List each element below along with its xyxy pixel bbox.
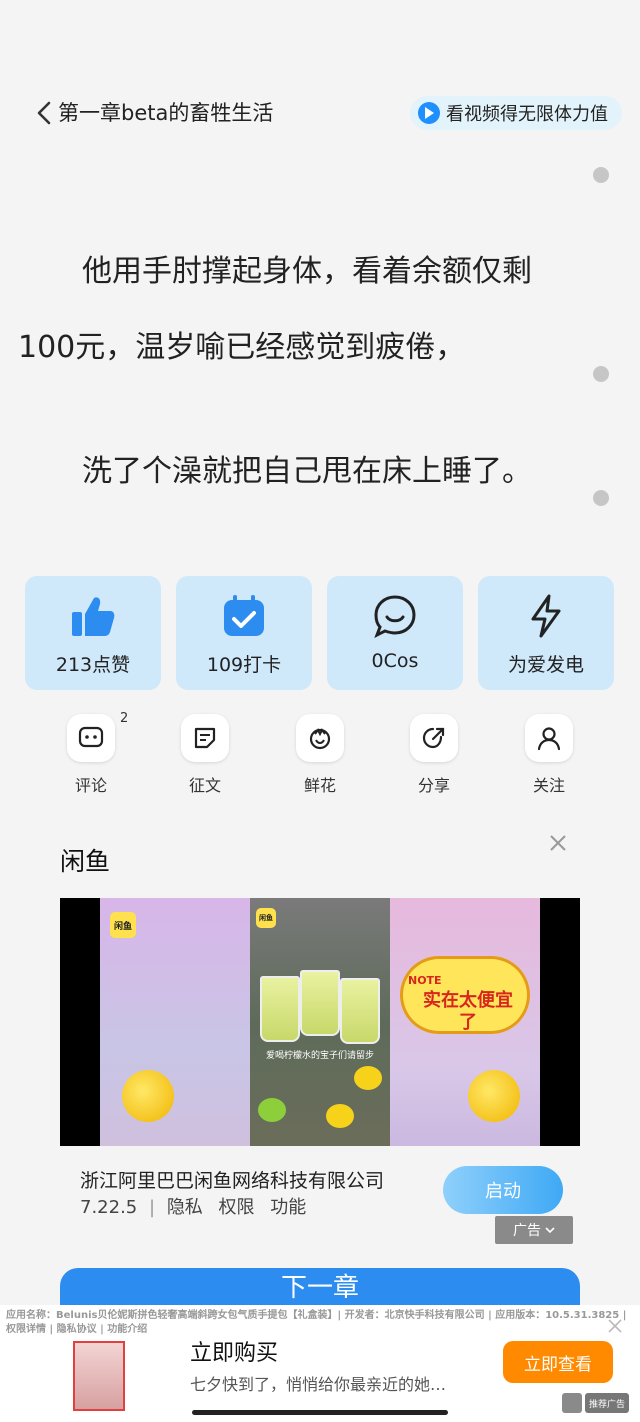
scroll-marker	[593, 490, 609, 506]
ad-meta-row: 7.22.5 | 隐私 权限 功能	[80, 1197, 307, 1218]
sticker-text: 实在太便宜了	[423, 990, 513, 1033]
ad-tag-label: 广告	[513, 1223, 541, 1239]
ad-close-button[interactable]	[547, 832, 569, 854]
chapter-title: 第一章beta的畜牲生活	[58, 101, 274, 125]
cos-button[interactable]: 0Cos	[327, 576, 463, 690]
ad-video-panel-middle: 闲鱼 爱喝柠檬水的宝子们请留步	[250, 898, 390, 1146]
follow-button[interactable]: 关注	[509, 714, 589, 796]
buy-subtitle: 七夕快到了，悄悄给你最亲近的她…	[190, 1375, 447, 1394]
lemon-image	[354, 1066, 382, 1090]
chat-smile-icon	[374, 595, 416, 638]
play-icon	[418, 102, 440, 124]
buy-title: 立即购买	[190, 1341, 279, 1366]
like-button[interactable]: 213点赞	[25, 576, 161, 690]
person-icon	[537, 727, 561, 751]
checkin-count: 109打卡	[206, 654, 282, 676]
scroll-marker	[593, 366, 609, 382]
calendar-check-icon	[224, 595, 264, 636]
document-icon	[194, 727, 216, 749]
xianyu-logo: 闲鱼	[110, 912, 136, 938]
bottom-ad-close[interactable]	[606, 1317, 624, 1335]
ad-tag[interactable]: 广告	[495, 1216, 573, 1244]
drink-cup	[300, 970, 340, 1036]
close-icon	[608, 1319, 622, 1333]
share-label: 分享	[417, 776, 450, 795]
note-sticker-text: NOTE	[408, 974, 442, 987]
thumbs-up-icon	[72, 597, 115, 636]
ad-version: 7.22.5	[80, 1197, 138, 1218]
launch-button[interactable]: 启动	[443, 1166, 563, 1214]
share-icon	[422, 727, 445, 749]
product-image	[73, 1341, 125, 1411]
comment-label: 评论	[74, 776, 107, 795]
home-indicator[interactable]	[192, 1410, 448, 1415]
comment-badge: 2	[120, 711, 129, 726]
watch-video-pill[interactable]: 看视频得无限体力值	[410, 96, 622, 130]
view-now-button[interactable]: 立即查看	[503, 1341, 613, 1383]
lime-image	[258, 1098, 286, 1122]
ad-privacy-link[interactable]: 隐私	[167, 1197, 203, 1218]
cos-count: 0Cos	[371, 650, 419, 672]
chevron-down-icon	[545, 1227, 555, 1234]
app-info-text: 应用名称：Belunis贝伦妮斯拼色轻奢高端斜跨女包气质手提包【礼盒装】| 开发…	[6, 1310, 627, 1335]
paragraph-line: 100元，温岁喻已经感觉到疲倦，	[18, 330, 466, 365]
lightning-icon	[531, 594, 561, 638]
power-button[interactable]: 为爱发电	[478, 576, 614, 690]
recommended-ad-badge: 推荐广告	[585, 1393, 629, 1413]
comment-button[interactable]: 评论	[51, 714, 131, 796]
like-count: 213点赞	[55, 654, 131, 676]
chevron-left-icon	[37, 101, 51, 125]
drink-cup	[260, 976, 300, 1042]
cube-icon	[562, 1393, 582, 1413]
flower-icon	[309, 728, 331, 750]
flower-button[interactable]: 鲜花	[280, 714, 360, 796]
drink-cup	[340, 978, 380, 1044]
comment-icon	[78, 726, 104, 748]
paragraph-line: 洗了个澡就把自己甩在床上睡了。	[82, 454, 532, 489]
checkin-button[interactable]: 109打卡	[176, 576, 312, 690]
lemon-image	[326, 1104, 354, 1128]
ad-company-name: 浙江阿里巴巴闲鱼网络科技有限公司	[80, 1170, 385, 1192]
xianyu-logo: 闲鱼	[256, 908, 276, 928]
flower-label: 鲜花	[303, 776, 336, 795]
ad-app-title: 闲鱼	[60, 847, 111, 876]
power-label: 为爱发电	[507, 654, 584, 676]
back-button[interactable]	[30, 98, 58, 128]
bottom-ad-bar[interactable]: 应用名称：Belunis贝伦妮斯拼色轻奢高端斜跨女包气质手提包【礼盒装】| 开发…	[0, 1305, 640, 1422]
ad-video-panel-right: NOTE 实在太便宜了	[390, 898, 540, 1146]
close-icon	[550, 835, 566, 851]
emoji-face-icon	[468, 1070, 520, 1122]
essay-button[interactable]: 征文	[165, 714, 245, 796]
follow-label: 关注	[532, 776, 565, 795]
video-caption: 爱喝柠檬水的宝子们请留步	[265, 1051, 374, 1061]
watch-video-label: 看视频得无限体力值	[446, 104, 608, 125]
scroll-marker	[593, 167, 609, 183]
paragraph-line: 他用手肘撑起身体，看着余额仅剩	[82, 254, 532, 289]
emoji-face-icon	[122, 1070, 174, 1122]
essay-label: 征文	[188, 776, 221, 795]
ad-function-link[interactable]: 功能	[270, 1197, 306, 1218]
ad-permission-link[interactable]: 权限	[219, 1197, 255, 1218]
share-button[interactable]: 分享	[394, 714, 474, 796]
ad-video-panel-left: 闲鱼	[100, 898, 250, 1146]
ad-video[interactable]: 闲鱼 闲鱼 爱喝柠檬水的宝子们请留步 NOTE 实在太便宜了	[60, 898, 580, 1146]
